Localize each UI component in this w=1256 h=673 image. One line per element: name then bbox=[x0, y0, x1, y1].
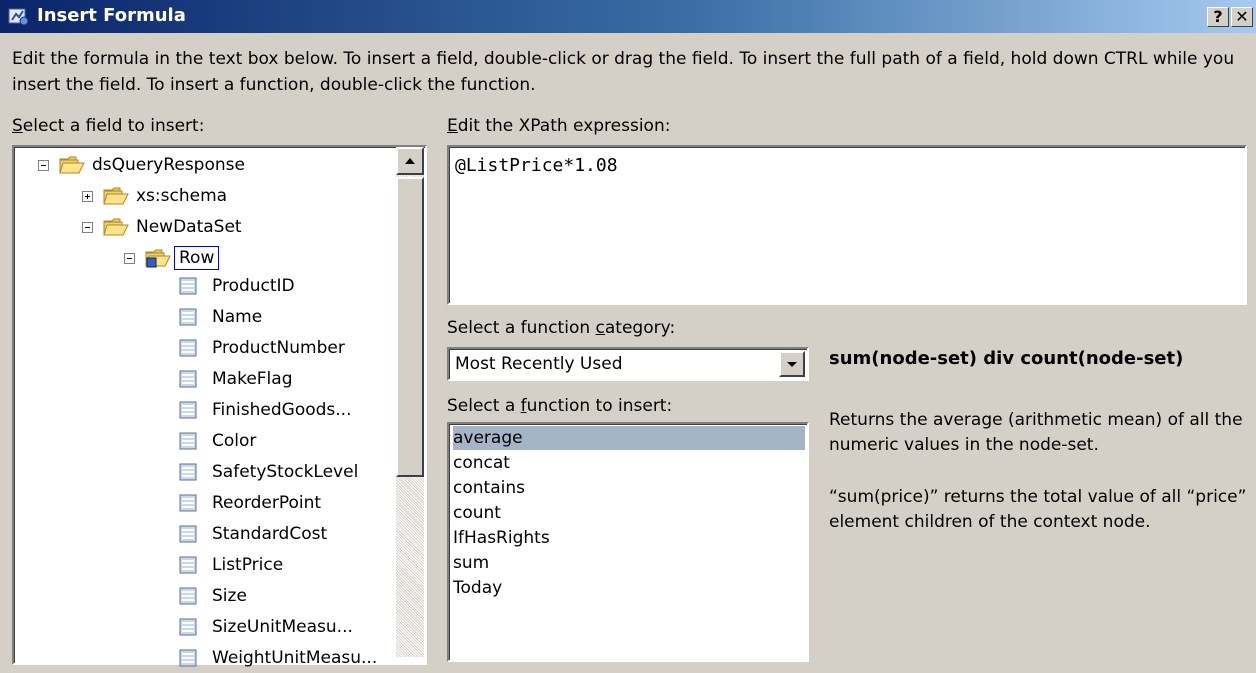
xpath-label: Edit the XPath expression: bbox=[447, 116, 671, 136]
tree-field-item[interactable]: Size bbox=[178, 581, 247, 611]
function-list[interactable]: average concat contains count IfHasRights sum… bbox=[447, 422, 809, 662]
function-category-label: Select a function category: bbox=[447, 318, 676, 338]
tree-scrollbar[interactable] bbox=[396, 147, 424, 657]
tree-field-item[interactable]: Name bbox=[178, 302, 262, 332]
tree-field-label: Size bbox=[212, 586, 247, 606]
field-icon bbox=[179, 308, 197, 326]
collapse-icon[interactable] bbox=[38, 159, 49, 171]
window-title: Insert Formula bbox=[37, 5, 186, 26]
close-button[interactable]: ✕ bbox=[1231, 7, 1253, 27]
function-item[interactable]: contains bbox=[453, 476, 805, 500]
tree-field-item[interactable]: WeightUnitMeasu... bbox=[178, 643, 377, 673]
repeating-folder-icon bbox=[145, 249, 171, 268]
tree-node-dsqueryresponse[interactable]: dsQueryResponse bbox=[38, 150, 245, 180]
field-icon bbox=[179, 556, 197, 574]
field-icon bbox=[179, 370, 197, 388]
field-icon bbox=[179, 463, 197, 481]
field-icon bbox=[179, 618, 197, 636]
field-icon bbox=[179, 587, 197, 605]
function-item[interactable]: IfHasRights bbox=[453, 526, 805, 550]
function-item[interactable]: count bbox=[453, 501, 805, 525]
tree-field-label: ReorderPoint bbox=[212, 493, 322, 513]
tree-field-item[interactable]: ProductNumber bbox=[178, 333, 345, 363]
tree-node-label: dsQueryResponse bbox=[92, 155, 245, 175]
function-item[interactable]: sum bbox=[453, 551, 805, 575]
chevron-down-icon bbox=[787, 362, 797, 367]
tree-node-newdataset[interactable]: NewDataSet bbox=[82, 212, 242, 242]
tree-field-item[interactable]: FinishedGoods... bbox=[178, 395, 351, 425]
tree-field-item[interactable]: SizeUnitMeasu... bbox=[178, 612, 353, 642]
function-signature: sum(node-set) div count(node-set) bbox=[829, 348, 1184, 369]
tree-field-item[interactable]: Color bbox=[178, 426, 256, 456]
expand-icon[interactable] bbox=[82, 190, 93, 202]
tree-field-label: StandardCost bbox=[212, 524, 328, 544]
arrow-up-icon bbox=[405, 158, 415, 164]
tree-field-item[interactable]: StandardCost bbox=[178, 519, 327, 549]
scroll-thumb[interactable] bbox=[396, 177, 424, 477]
field-icon bbox=[179, 525, 197, 543]
function-item[interactable]: concat bbox=[453, 451, 805, 475]
tree-field-item[interactable]: SafetyStockLevel bbox=[178, 457, 358, 487]
field-tree-label: Select a field to insert: bbox=[12, 116, 205, 136]
collapse-icon[interactable] bbox=[82, 221, 93, 233]
xpath-input[interactable] bbox=[449, 147, 1245, 303]
tree-field-label: ListPrice bbox=[212, 555, 284, 575]
function-category-value: Most Recently Used bbox=[455, 354, 623, 374]
tree-field-item[interactable]: ListPrice bbox=[178, 550, 283, 580]
title-bar: Insert Formula ? ✕ bbox=[0, 0, 1256, 33]
tree-field-label: ProductNumber bbox=[212, 338, 345, 358]
tree-node-label: Row bbox=[174, 246, 220, 270]
field-icon bbox=[179, 277, 197, 295]
function-item[interactable]: Today bbox=[453, 576, 805, 600]
formula-window-icon bbox=[8, 8, 29, 26]
folder-open-icon bbox=[59, 156, 85, 174]
scroll-up-button[interactable] bbox=[396, 147, 424, 175]
function-description: Returns the average (arithmetic mean) of… bbox=[829, 410, 1243, 455]
field-icon bbox=[179, 649, 197, 667]
tree-node-row[interactable]: Row bbox=[124, 243, 220, 273]
tree-field-label: ProductID bbox=[212, 276, 295, 296]
dropdown-button[interactable] bbox=[779, 351, 805, 377]
tree-field-label: WeightUnitMeasu... bbox=[212, 648, 378, 668]
function-item[interactable]: average bbox=[453, 426, 805, 450]
tree-field-label: Color bbox=[212, 431, 257, 451]
tree-field-label: MakeFlag bbox=[212, 369, 293, 389]
tree-field-label: FinishedGoods... bbox=[212, 400, 352, 420]
folder-open-icon bbox=[103, 187, 129, 205]
xpath-editor[interactable] bbox=[447, 145, 1247, 305]
function-example: “sum(price)” returns the total value of … bbox=[829, 487, 1247, 532]
tree-field-item[interactable]: ProductID bbox=[178, 271, 295, 301]
collapse-icon[interactable] bbox=[124, 252, 135, 264]
tree-field-label: SafetyStockLevel bbox=[212, 462, 359, 482]
field-icon bbox=[179, 494, 197, 512]
tree-node-xs-schema[interactable]: xs:schema bbox=[82, 181, 227, 211]
function-list-label: Select a function to insert: bbox=[447, 396, 673, 416]
function-category-select[interactable]: Most Recently Used bbox=[447, 347, 809, 381]
tree-field-item[interactable]: MakeFlag bbox=[178, 364, 293, 394]
instructions-text: Edit the formula in the text box below. … bbox=[12, 49, 1235, 95]
tree-field-label: Name bbox=[212, 307, 263, 327]
tree-node-label: NewDataSet bbox=[136, 217, 242, 237]
tree-field-item[interactable]: ReorderPoint bbox=[178, 488, 321, 518]
folder-open-icon bbox=[103, 218, 129, 236]
field-icon bbox=[179, 432, 197, 450]
tree-field-label: SizeUnitMeasu... bbox=[212, 617, 353, 637]
field-icon bbox=[179, 401, 197, 419]
tree-node-label: xs:schema bbox=[136, 186, 228, 206]
help-button[interactable]: ? bbox=[1207, 7, 1229, 27]
field-icon bbox=[179, 339, 197, 357]
